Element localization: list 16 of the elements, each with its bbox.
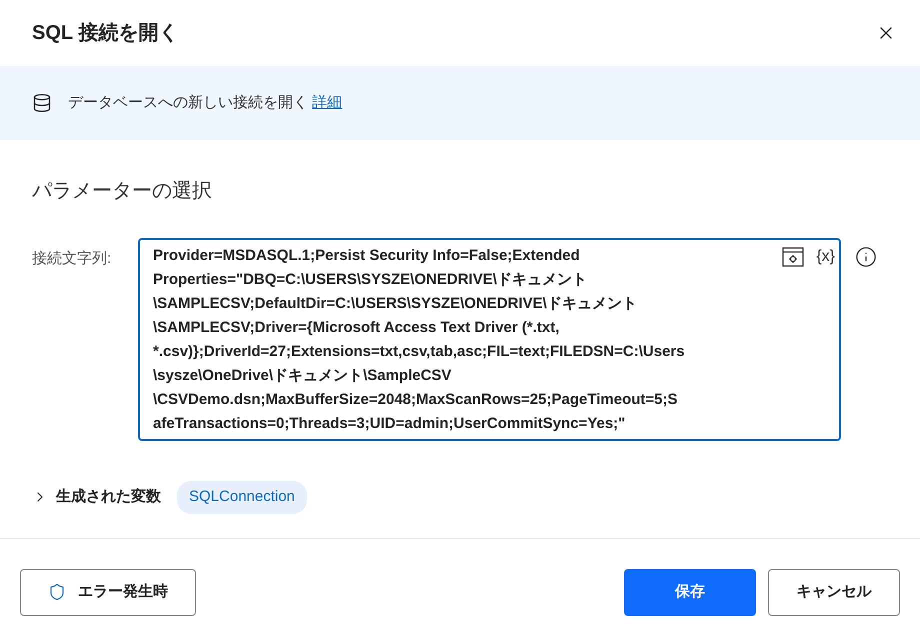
details-link[interactable]: 詳細 xyxy=(312,94,342,111)
connection-string-text: Provider=MSDASQL.1;Persist Security Info=False;Extended Properties="DBQ=C:\USERS\SYSZE\ONEDRIVE\ドキュメント \SAMPLECSV;DefaultDir=C:\USERS\SYSZE\ONEDRIVE\ドキュメント \SAMPLECSV;Driver={Microsoft Access Text Driver (*.txt, *.csv)};DriverId=27;Extensions=txt,csv,tab,asc;FIL=text;FILEDSN=C:\Users \sysze\OneDrive\ドキュメント\SampleCSV \CSVDemo.dsn;MaxBufferSize=2048;MaxScanRows=25;PageTimeout=5;S afeTransactions=0;Threads=3;UID=admin;UserCommitSync=Yes;" xyxy=(153,246,686,434)
settings-window-icon[interactable] xyxy=(782,247,804,267)
shield-icon xyxy=(48,583,66,601)
generated-variables-label: 生成された変数 xyxy=(56,487,161,507)
variable-chip[interactable]: SQLConnection xyxy=(177,481,307,514)
banner-text: データベースへの新しい接続を開く 詳細 xyxy=(68,92,342,113)
connection-string-field[interactable] xyxy=(138,238,841,441)
dialog-title: SQL 接続を開く xyxy=(32,20,178,46)
cancel-button[interactable]: キャンセル xyxy=(768,568,900,616)
database-icon xyxy=(32,93,52,113)
variable-button[interactable]: {x} xyxy=(816,245,835,269)
field-label: 接続文字列: xyxy=(32,249,112,269)
save-button[interactable]: 保存 xyxy=(624,568,756,616)
section-title: パラメーターの選択 xyxy=(32,180,212,202)
on-error-button[interactable]: エラー発生時 xyxy=(20,568,196,616)
